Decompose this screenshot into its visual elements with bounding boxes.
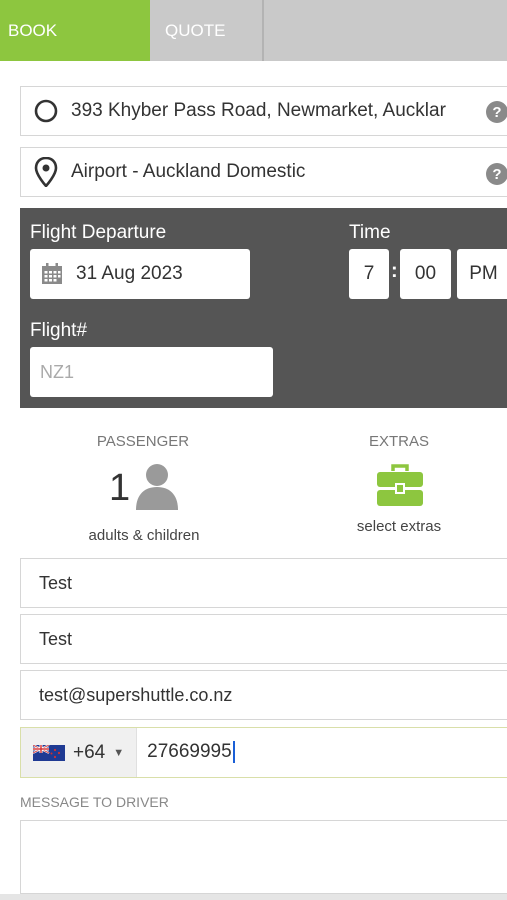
circle-icon (21, 98, 71, 124)
text-cursor (232, 741, 235, 764)
map-pin-icon (21, 157, 71, 187)
passenger-sub-label: adults & children (88, 527, 200, 544)
dropoff-address-text: Airport - Auckland Domestic (71, 161, 306, 182)
passenger-count[interactable]: 1 (109, 467, 130, 510)
phone-number-value: 27669995 (147, 741, 232, 763)
time-ampm-value: PM (469, 263, 498, 284)
dropoff-address-field[interactable]: Airport - Auckland Domestic (20, 147, 507, 197)
first-name-input[interactable]: Test (20, 558, 507, 608)
email-value: test@supershuttle.co.nz (39, 684, 233, 705)
flight-number-input[interactable]: NZ1 (30, 347, 273, 397)
tab-book-label: BOOK (8, 20, 58, 40)
calendar-icon (40, 262, 64, 286)
tab-bar: BOOK QUOTE (0, 0, 507, 61)
dropoff-help-icon[interactable]: ? (486, 163, 507, 185)
time-hour-value: 7 (363, 263, 375, 284)
suitcase-icon[interactable] (376, 463, 424, 512)
departure-date-field[interactable]: 31 Aug 2023 (30, 249, 250, 299)
time-minute-value: 00 (414, 263, 437, 284)
tab-book[interactable]: BOOK (0, 0, 150, 61)
phone-number-input[interactable]: 27669995 (137, 741, 235, 764)
time-minute-select[interactable]: 00 (400, 249, 451, 299)
pickup-address-field[interactable]: 393 Khyber Pass Road, Newmarket, Aucklar (20, 86, 507, 136)
message-label: MESSAGE TO DRIVER (20, 794, 169, 810)
last-name-value: Test (39, 628, 73, 649)
extras-label: EXTRAS (368, 433, 429, 450)
pickup-help-icon[interactable]: ? (486, 101, 507, 123)
last-name-input[interactable]: Test (20, 614, 507, 664)
time-label: Time (349, 222, 391, 243)
nz-flag-icon (33, 744, 65, 761)
time-hour-select[interactable]: 7 (349, 249, 389, 299)
country-code-select[interactable]: +64 ▼ (21, 728, 138, 777)
country-code-value: +64 (73, 741, 106, 763)
flight-number-placeholder: NZ1 (40, 361, 75, 382)
time-colon: : (391, 260, 398, 282)
time-ampm-select[interactable]: PM (457, 249, 507, 299)
departure-date-value: 31 Aug 2023 (76, 263, 183, 284)
flight-number-label: Flight# (30, 320, 88, 341)
first-name-value: Test (39, 572, 73, 593)
chevron-down-icon: ▼ (113, 746, 125, 759)
passenger-label: PASSENGER (96, 433, 190, 450)
tab-quote[interactable]: QUOTE (150, 0, 262, 61)
extras-sub-label: select extras (356, 518, 442, 535)
phone-field[interactable]: +64 ▼ 27669995 (20, 727, 507, 778)
tab-divider (262, 0, 264, 61)
tab-quote-label: QUOTE (165, 20, 226, 40)
email-input[interactable]: test@supershuttle.co.nz (20, 670, 507, 720)
bottom-divider (0, 894, 507, 900)
person-icon[interactable] (133, 462, 181, 515)
pickup-address-text: 393 Khyber Pass Road, Newmarket, Aucklar (71, 100, 446, 121)
flight-panel: Flight Departure 31 Aug 2023 Time 7 : 00… (20, 208, 507, 408)
message-textarea[interactable] (20, 820, 507, 894)
flight-departure-label: Flight Departure (30, 222, 167, 243)
